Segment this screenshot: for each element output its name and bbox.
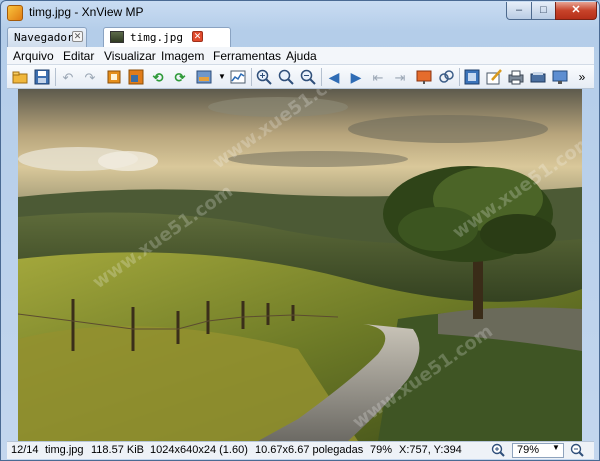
menu-editar[interactable]: Editar xyxy=(63,49,94,63)
zoom-in-icon[interactable] xyxy=(255,68,273,86)
last-icon[interactable]: ⇥ xyxy=(391,68,409,86)
next-icon[interactable]: ▶ xyxy=(347,68,365,86)
close-button[interactable]: ✕ xyxy=(555,2,597,20)
zoom-out-icon[interactable] xyxy=(299,68,317,86)
status-bar: 12/14 timg.jpg 118.57 KiB 1024x640x24 (1… xyxy=(7,441,594,459)
image-position: 12/14 xyxy=(11,444,39,456)
app-window: timg.jpg - XnView MP – □ ✕ Navegador ✕ t… xyxy=(0,0,600,461)
scanner-icon[interactable] xyxy=(529,68,547,86)
maximize-button[interactable]: □ xyxy=(531,2,556,20)
tab-bar: Navegador ✕ timg.jpg ✕ xyxy=(7,27,594,47)
crop-icon[interactable] xyxy=(105,68,123,86)
tab-navegador[interactable]: Navegador ✕ xyxy=(7,27,87,47)
toolbar: ↶ ↷ ⟲ ⟳ ▼ ◀ ▶ ⇤ ⇥ » xyxy=(7,65,594,89)
menu-arquivo[interactable]: Arquivo xyxy=(13,49,54,63)
status-zoom: 79% xyxy=(370,444,393,456)
browse-folder-icon[interactable] xyxy=(11,68,29,86)
toolbar-overflow-button[interactable]: » xyxy=(573,68,591,86)
undo-icon[interactable]: ↶ xyxy=(59,68,77,86)
rotate-right-icon[interactable]: ⟳ xyxy=(171,68,189,86)
toolbar-separator xyxy=(321,68,322,86)
status-filename: timg.jpg xyxy=(45,444,84,456)
slideshow-icon[interactable] xyxy=(415,68,433,86)
image-thumbnail-icon xyxy=(110,31,124,43)
menu-ferramentas[interactable]: Ferramentas xyxy=(213,49,281,63)
resize-icon[interactable] xyxy=(127,68,145,86)
save-icon[interactable] xyxy=(33,68,51,86)
menu-ajuda[interactable]: Ajuda xyxy=(286,49,317,63)
toolbar-separator xyxy=(55,68,56,86)
zoom-dropdown-arrow-icon[interactable]: ▼ xyxy=(552,443,560,452)
menu-bar: Arquivo Editar Visualizar Imagem Ferrame… xyxy=(7,47,594,65)
tab-image[interactable]: timg.jpg ✕ xyxy=(103,27,231,47)
tab-close-icon[interactable]: ✕ xyxy=(72,31,83,42)
print-icon[interactable] xyxy=(507,68,525,86)
tab-label: timg.jpg xyxy=(130,31,183,44)
rotate-left-icon[interactable]: ⟲ xyxy=(149,68,167,86)
wallpaper-icon[interactable] xyxy=(551,68,569,86)
toolbar-separator xyxy=(459,68,460,86)
tab-close-icon[interactable]: ✕ xyxy=(192,31,203,42)
menu-imagem[interactable]: Imagem xyxy=(161,49,204,63)
window-title: timg.jpg - XnView MP xyxy=(29,5,144,19)
redo-icon[interactable]: ↷ xyxy=(81,68,99,86)
zoom-in-icon[interactable] xyxy=(491,443,505,460)
zoom-fit-icon[interactable] xyxy=(277,68,295,86)
previous-icon[interactable]: ◀ xyxy=(325,68,343,86)
tab-label: Navegador xyxy=(14,31,74,44)
status-coordinates: X:757, Y:394 xyxy=(399,444,462,456)
minimize-button[interactable]: – xyxy=(506,2,532,20)
title-bar[interactable]: timg.jpg - XnView MP – □ ✕ xyxy=(1,1,599,25)
zoom-out-icon[interactable] xyxy=(570,443,584,460)
zoom-value: 79% xyxy=(517,444,540,456)
xnview-app-icon xyxy=(7,5,23,21)
status-print-size: 10.67x6.67 polegadas xyxy=(255,444,364,456)
first-icon[interactable]: ⇤ xyxy=(369,68,387,86)
edit-icon[interactable] xyxy=(485,68,503,86)
toolbar-separator xyxy=(251,68,252,86)
image-viewer[interactable]: www.xue51.com www.xue51.com www.xue51.co… xyxy=(18,89,582,441)
menu-visualizar[interactable]: Visualizar xyxy=(104,49,156,63)
status-filesize: 118.57 KiB xyxy=(91,444,145,456)
histogram-icon[interactable] xyxy=(229,68,247,86)
compare-icon[interactable] xyxy=(437,68,455,86)
fullscreen-icon[interactable] xyxy=(463,68,481,86)
landscape-image: www.xue51.com www.xue51.com www.xue51.co… xyxy=(18,89,582,441)
status-dimensions: 1024x640x24 (1.60) xyxy=(150,444,248,456)
adjust-icon[interactable] xyxy=(195,68,213,86)
